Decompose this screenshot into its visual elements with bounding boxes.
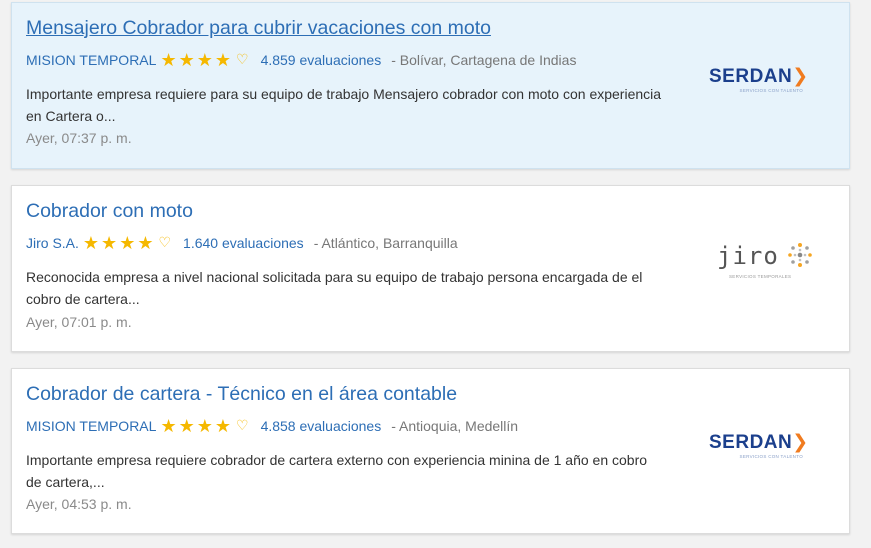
star-icon: ★ — [101, 232, 118, 253]
job-card[interactable]: Mensajero Cobrador para cubrir vacacione… — [11, 2, 850, 169]
job-description: Importante empresa requiere cobrador de … — [26, 452, 648, 490]
rating-stars: ★ ★ ★ ★ ♡ — [160, 415, 249, 436]
reviews-link[interactable]: 4.859 evaluaciones — [261, 52, 382, 68]
rating-stars: ★ ★ ★ ★ ♡ — [160, 49, 249, 70]
star-icon: ★ — [196, 415, 213, 436]
company-logo[interactable]: SERDAN❯ SERVICIOS CON TALENTO — [709, 433, 813, 461]
logo-brand-text: SERDAN — [709, 66, 793, 87]
job-list: Mensajero Cobrador para cubrir vacacione… — [0, 0, 871, 548]
job-location: - Atlántico, Barranquilla — [313, 234, 458, 251]
heart-outline-icon[interactable]: ♡ — [158, 234, 171, 251]
dots-cluster-icon — [788, 243, 812, 267]
star-icon: ★ — [178, 49, 195, 70]
star-icon: ★ — [160, 415, 177, 436]
job-meta: MISION TEMPORAL ★ ★ ★ ★ ♡ 4.858 evaluaci… — [26, 415, 519, 436]
job-date: Ayer, 04:53 p. m. — [26, 496, 132, 512]
logo-brand-text: SERDAN — [709, 432, 793, 453]
reviews-link[interactable]: 4.858 evaluaciones — [261, 418, 382, 434]
company-logo[interactable]: SERDAN❯ SERVICIOS CON TALENTO — [709, 67, 813, 95]
company-logo[interactable]: jiro SERVICIOS TEMPORALES — [717, 242, 817, 282]
job-card[interactable]: Cobrador de cartera - Técnico en el área… — [11, 368, 850, 534]
heart-outline-icon[interactable]: ♡ — [236, 417, 249, 434]
heart-outline-icon[interactable]: ♡ — [236, 51, 249, 68]
star-icon: ★ — [178, 415, 195, 436]
job-title-link[interactable]: Cobrador con moto — [26, 200, 193, 223]
star-icon: ★ — [214, 415, 231, 436]
job-date: Ayer, 07:01 p. m. — [26, 314, 132, 330]
star-icon: ★ — [119, 232, 136, 253]
company-link[interactable]: MISION TEMPORAL — [26, 418, 156, 434]
star-icon: ★ — [82, 232, 100, 253]
job-location: - Antioquia, Medellín — [391, 417, 519, 434]
reviews-link[interactable]: 1.640 evaluaciones — [183, 235, 304, 251]
logo-tagline: SERVICIOS CON TALENTO — [739, 454, 803, 459]
job-card[interactable]: Cobrador con moto Jiro S.A. ★ ★ ★ ★ ♡ 1.… — [11, 185, 850, 352]
job-description: Importante empresa requiere para su equi… — [26, 86, 662, 124]
rating-stars: ★ ★ ★ ★ ♡ — [82, 232, 171, 253]
star-icon: ★ — [214, 49, 231, 70]
job-title-link[interactable]: Mensajero Cobrador para cubrir vacacione… — [26, 17, 491, 40]
star-icon: ★ — [196, 49, 213, 70]
star-icon: ★ — [137, 232, 154, 253]
company-link[interactable]: MISION TEMPORAL — [26, 52, 156, 68]
job-date: Ayer, 07:37 p. m. — [26, 130, 132, 146]
job-title-link[interactable]: Cobrador de cartera - Técnico en el área… — [26, 383, 457, 406]
chevron-right-icon: ❯ — [792, 432, 809, 453]
job-meta: MISION TEMPORAL ★ ★ ★ ★ ♡ 4.859 evaluaci… — [26, 49, 577, 70]
logo-tagline: SERVICIOS CON TALENTO — [739, 88, 803, 93]
job-location: - Bolívar, Cartagena de Indias — [391, 51, 577, 68]
chevron-right-icon: ❯ — [792, 66, 809, 87]
company-link[interactable]: Jiro S.A. — [26, 235, 79, 251]
logo-tagline: SERVICIOS TEMPORALES — [729, 274, 792, 279]
logo-brand-text: jiro — [717, 242, 779, 270]
star-icon: ★ — [160, 49, 177, 70]
job-meta: Jiro S.A. ★ ★ ★ ★ ♡ 1.640 evaluaciones -… — [26, 232, 458, 253]
job-description: Reconocida empresa a nivel nacional soli… — [26, 269, 643, 307]
